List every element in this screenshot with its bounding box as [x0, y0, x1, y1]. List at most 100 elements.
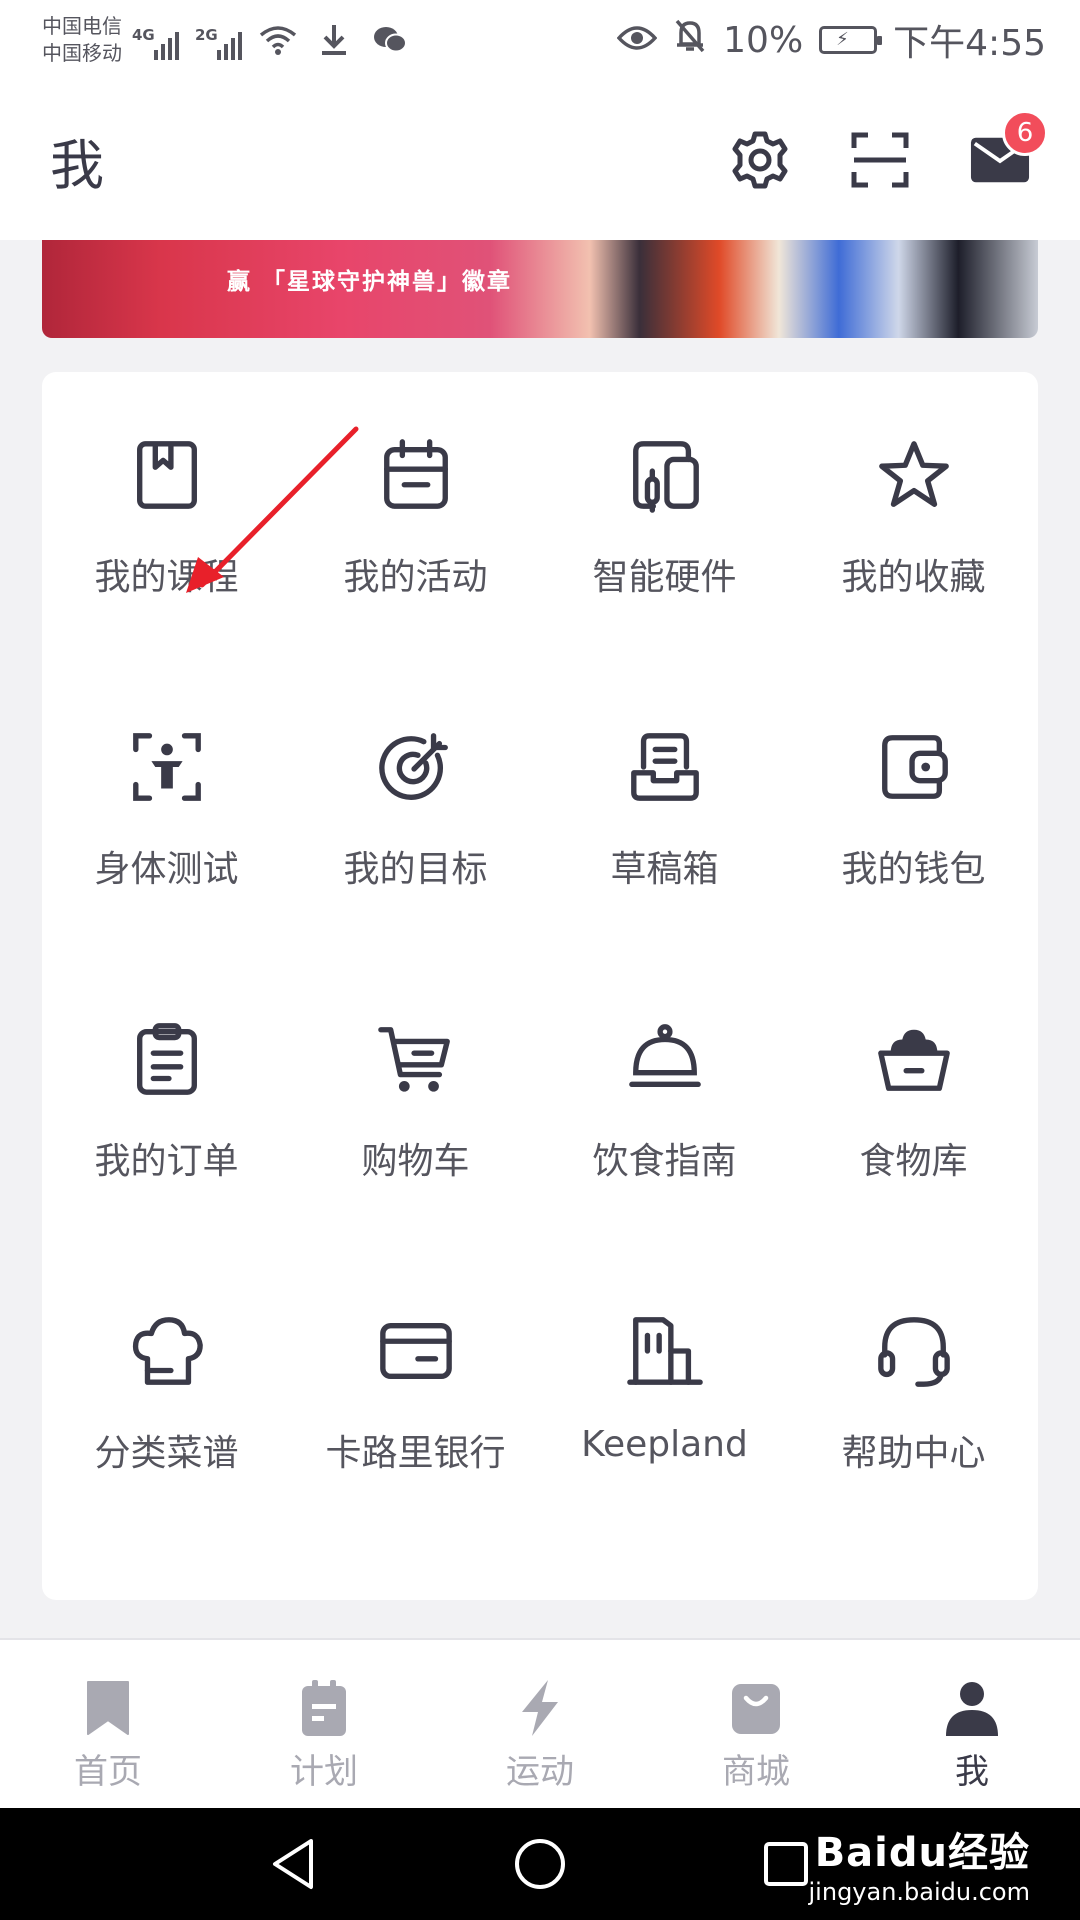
signal-1-icon: 4G — [132, 26, 179, 60]
tab-me[interactable]: 我 — [864, 1678, 1080, 1793]
grid-label: 分类菜谱 — [94, 1433, 239, 1474]
banner-text: 赢 「星球守护神兽」徽章 — [227, 269, 513, 295]
feature-grid: 我的课程 我的活动 智能硬件 我的收藏 身体测试 我的目标 草稿箱 我的钱包 我… — [42, 372, 1038, 1600]
grid-item-calorie-bank[interactable]: 卡路里银行 — [291, 1288, 540, 1580]
grid-label: 购物车 — [361, 1141, 470, 1182]
watermark-url: jingyan.baidu.com — [808, 1878, 1030, 1906]
back-triangle-icon — [273, 1839, 313, 1889]
tab-home[interactable]: 首页 — [0, 1678, 216, 1793]
chef-hat-icon — [124, 1308, 210, 1394]
wechat-icon — [370, 20, 410, 60]
promo-banner[interactable]: 赢 「星球守护神兽」徽章 — [42, 240, 1038, 338]
grid-label: 卡路里银行 — [325, 1433, 506, 1474]
header-actions: 6 — [730, 110, 1048, 190]
carrier-2: 中国移动 — [42, 41, 122, 65]
mute-bell-icon — [673, 18, 707, 63]
tab-label: 首页 — [74, 1752, 142, 1792]
scan-icon — [851, 132, 909, 188]
grid-label: 草稿箱 — [610, 849, 719, 890]
messages-button[interactable]: 6 — [970, 110, 1048, 190]
grid-item-food-library[interactable]: 食物库 — [789, 996, 1038, 1288]
grid-item-keepland[interactable]: Keepland — [540, 1288, 789, 1580]
scan-button[interactable] — [850, 130, 910, 190]
grid-label: 食物库 — [859, 1141, 968, 1182]
clipboard-icon — [124, 1016, 210, 1102]
lightning-icon — [522, 1680, 558, 1736]
download-icon — [314, 20, 354, 60]
shopping-bag-icon — [732, 1684, 780, 1734]
status-bar: 中国电信 中国移动 4G 2G 10% ⚡ 下午4:55 — [0, 0, 1080, 80]
home-circle-icon — [515, 1839, 565, 1889]
grid-item-my-wallet[interactable]: 我的钱包 — [789, 704, 1038, 996]
tab-mall[interactable]: 商城 — [648, 1678, 864, 1793]
grid-label: 我的订单 — [94, 1141, 239, 1182]
cart-icon — [373, 1016, 459, 1102]
nav-back-button[interactable] — [266, 1836, 322, 1892]
grid-item-help-center[interactable]: 帮助中心 — [789, 1288, 1038, 1580]
grid-item-body-test[interactable]: 身体测试 — [42, 704, 291, 996]
bottom-tab-bar: 首页 计划 运动 商城 我 — [0, 1638, 1080, 1808]
grid-label: 身体测试 — [94, 849, 239, 890]
tab-label: 运动 — [506, 1752, 574, 1792]
body-scan-icon — [124, 724, 210, 810]
grid-label: 我的收藏 — [841, 557, 986, 598]
settings-button[interactable] — [730, 130, 790, 190]
tab-label: 我 — [955, 1752, 989, 1792]
card-icon — [373, 1308, 459, 1394]
grid-label: 我的钱包 — [841, 849, 986, 890]
tab-label: 商城 — [722, 1752, 790, 1792]
devices-icon — [622, 432, 708, 518]
grid-label: 我的课程 — [94, 557, 239, 598]
book-icon — [124, 432, 210, 518]
recents-square-icon — [764, 1842, 808, 1886]
bookmark-icon — [87, 1681, 129, 1735]
grid-item-my-orders[interactable]: 我的订单 — [42, 996, 291, 1288]
grid-label: 我的目标 — [343, 849, 488, 890]
grid-label: 我的活动 — [343, 557, 488, 598]
food-basket-icon — [871, 1016, 957, 1102]
grid-item-my-favorites[interactable]: 我的收藏 — [789, 412, 1038, 704]
grid-label: Keepland — [581, 1424, 748, 1465]
carrier-1: 中国电信 — [42, 14, 122, 38]
page-title: 我 — [50, 133, 104, 197]
grid-item-drafts[interactable]: 草稿箱 — [540, 704, 789, 996]
grid-item-recipes[interactable]: 分类菜谱 — [42, 1288, 291, 1580]
clock: 下午4:55 — [893, 23, 1046, 64]
tab-label: 计划 — [290, 1752, 358, 1792]
grid-label: 帮助中心 — [841, 1433, 986, 1474]
signal-2-icon: 2G — [195, 26, 242, 60]
cloche-icon — [622, 1016, 708, 1102]
battery-icon: ⚡ — [819, 26, 883, 54]
grid-item-my-goals[interactable]: 我的目标 — [291, 704, 540, 996]
nav-recents-button[interactable] — [758, 1836, 814, 1892]
grid-item-shopping-cart[interactable]: 购物车 — [291, 996, 540, 1288]
wallet-icon — [871, 724, 957, 810]
grid-item-smart-hardware[interactable]: 智能硬件 — [540, 412, 789, 704]
tab-sport[interactable]: 运动 — [432, 1678, 648, 1793]
grid-label: 饮食指南 — [592, 1141, 737, 1182]
tab-plan[interactable]: 计划 — [216, 1678, 432, 1793]
app-header: 我 6 — [0, 80, 1080, 240]
grid-item-diet-guide[interactable]: 饮食指南 — [540, 996, 789, 1288]
target-icon — [373, 724, 459, 810]
grid-label: 智能硬件 — [592, 557, 737, 598]
wifi-icon — [258, 20, 298, 60]
gear-icon — [732, 131, 788, 189]
status-right: 10% ⚡ 下午4:55 — [616, 14, 1046, 66]
eye-icon — [616, 20, 658, 61]
mail-badge: 6 — [1002, 110, 1048, 156]
drafts-icon — [622, 724, 708, 810]
calendar-icon — [373, 432, 459, 518]
person-icon — [946, 1682, 998, 1736]
grid-item-my-courses[interactable]: 我的课程 — [42, 412, 291, 704]
headset-icon — [871, 1308, 957, 1394]
baidu-watermark: Baidu经验 jingyan.baidu.com — [809, 1820, 1030, 1906]
battery-percent: 10% — [723, 19, 804, 61]
grid-item-my-activities[interactable]: 我的活动 — [291, 412, 540, 704]
watermark-brand: Baidu经验 — [814, 1830, 1030, 1876]
building-icon — [622, 1308, 708, 1394]
carrier-names: 中国电信 中国移动 — [42, 13, 122, 67]
signal-group: 4G 2G — [132, 20, 410, 60]
nav-home-button[interactable] — [512, 1836, 568, 1892]
plan-icon — [302, 1680, 346, 1736]
